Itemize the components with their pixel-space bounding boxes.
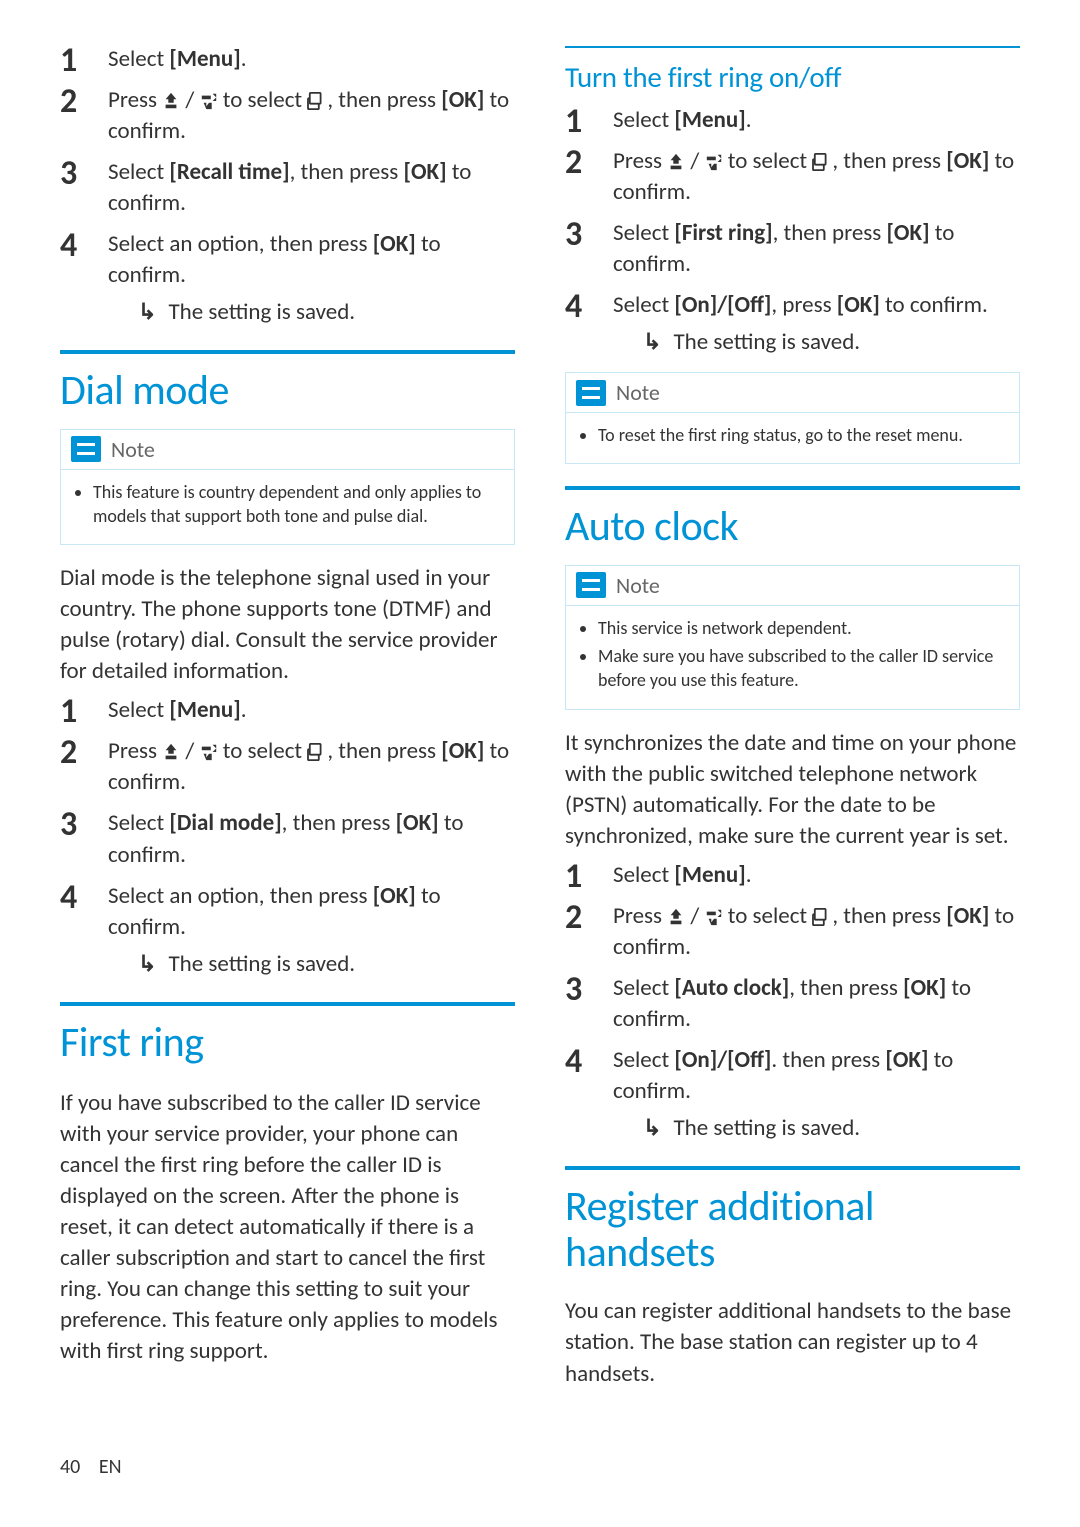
up-arrow-icon: [162, 92, 180, 110]
result-arrow-icon: ↳: [138, 949, 156, 979]
up-arrow-icon: [667, 153, 685, 171]
step-text: Select [First ring], then press [OK] to …: [613, 219, 954, 278]
note-icon: [576, 380, 606, 406]
result-line: ↳ The setting is saved.: [643, 1113, 1020, 1144]
step-text: Press / to select , then press [OK] to c…: [108, 86, 509, 145]
note-item: This feature is country dependent and on…: [93, 480, 500, 529]
result-text: The setting is saved.: [673, 1113, 860, 1144]
result-line: ↳ The setting is saved.: [643, 327, 1020, 358]
subsection-heading-turn-first-ring: Turn the first ring on/off: [565, 60, 1020, 95]
section-heading-auto-clock: Auto clock: [565, 504, 1020, 550]
step-text: Press / to select , then press [OK] to c…: [108, 737, 509, 796]
down-arrow-icon: [200, 92, 218, 110]
settings-icon: [307, 743, 327, 761]
step: Select [On]/[Off], press [OK] to confirm…: [565, 290, 1020, 358]
section-heading-first-ring: First ring: [60, 1020, 515, 1066]
step: Select [Menu].: [60, 44, 515, 75]
note-item: Make sure you have subscribed to the cal…: [598, 644, 1005, 693]
step: Select [First ring], then press [OK] to …: [565, 218, 1020, 280]
paragraph: If you have subscribed to the caller ID …: [60, 1088, 515, 1367]
step: Press / to select , then press [OK] to c…: [565, 146, 1020, 208]
note-item: To reset the first ring status, go to th…: [598, 423, 1005, 447]
step: Select [Dial mode], then press [OK] to c…: [60, 808, 515, 870]
note-icon: [576, 572, 606, 598]
turn-first-ring-steps: Select [Menu]. Press / to select , then …: [565, 105, 1020, 358]
section-heading-register: Register additional handsets: [565, 1184, 1020, 1276]
step-text: Select [Recall time], then press [OK] to…: [108, 158, 471, 217]
step-text: Press / to select , then press [OK] to c…: [613, 902, 1014, 961]
note-label: Note: [616, 572, 660, 599]
section-divider: [565, 46, 1020, 48]
result-arrow-icon: ↳: [643, 327, 661, 357]
result-text: The setting is saved.: [168, 297, 355, 328]
note-icon: [71, 436, 101, 462]
step: Select [Auto clock], then press [OK] to …: [565, 973, 1020, 1035]
section-divider: [60, 1002, 515, 1006]
step: Select an option, then press [OK] to con…: [60, 229, 515, 328]
step: Select [Menu].: [60, 695, 515, 726]
recall-time-steps: Select [Menu]. Press / to select , then …: [60, 44, 515, 328]
settings-icon: [812, 908, 832, 926]
paragraph: You can register additional handsets to …: [565, 1296, 1020, 1389]
step-text: Select [Menu].: [613, 861, 752, 889]
step: Select an option, then press [OK] to con…: [60, 881, 515, 980]
step: Select [Recall time], then press [OK] to…: [60, 157, 515, 219]
result-arrow-icon: ↳: [643, 1113, 661, 1143]
auto-clock-steps: Select [Menu]. Press / to select , then …: [565, 860, 1020, 1144]
note-item: This service is network dependent.: [598, 616, 1005, 640]
step: Press / to select , then press [OK] to c…: [565, 901, 1020, 963]
section-divider: [565, 1166, 1020, 1170]
step-text: Select [Dial mode], then press [OK] to c…: [108, 809, 463, 868]
paragraph: Dial mode is the telephone signal used i…: [60, 563, 515, 687]
note-label: Note: [111, 436, 155, 463]
step-text: Select [Auto clock], then press [OK] to …: [613, 974, 971, 1033]
step: Select [On]/[Off]. then press [OK] to co…: [565, 1045, 1020, 1144]
result-line: ↳ The setting is saved.: [138, 297, 515, 328]
note-label: Note: [616, 379, 660, 406]
note-box: Note This feature is country dependent a…: [60, 429, 515, 546]
page-footer: 40 EN: [60, 1455, 122, 1479]
settings-icon: [307, 92, 327, 110]
step-text: Select [On]/[Off], press [OK] to confirm…: [613, 291, 988, 319]
up-arrow-icon: [162, 743, 180, 761]
step: Select [Menu].: [565, 860, 1020, 891]
step-text: Select [Menu].: [613, 106, 752, 134]
down-arrow-icon: [705, 908, 723, 926]
step-text: Press / to select , then press [OK] to c…: [613, 147, 1014, 206]
result-line: ↳ The setting is saved.: [138, 949, 515, 980]
step: Press / to select , then press [OK] to c…: [60, 736, 515, 798]
result-text: The setting is saved.: [168, 949, 355, 980]
dial-mode-steps: Select [Menu]. Press / to select , then …: [60, 695, 515, 979]
paragraph: It synchronizes the date and time on you…: [565, 728, 1020, 852]
section-heading-dial-mode: Dial mode: [60, 368, 515, 414]
step: Press / to select , then press [OK] to c…: [60, 85, 515, 147]
step-text: Select [On]/[Off]. then press [OK] to co…: [613, 1046, 953, 1105]
note-box: Note This service is network dependent. …: [565, 565, 1020, 710]
result-text: The setting is saved.: [673, 327, 860, 358]
page-language: EN: [99, 1455, 122, 1479]
up-arrow-icon: [667, 908, 685, 926]
page-number: 40: [60, 1455, 80, 1479]
down-arrow-icon: [200, 743, 218, 761]
step-text: Select an option, then press [OK] to con…: [108, 230, 441, 289]
note-box: Note To reset the first ring status, go …: [565, 372, 1020, 464]
result-arrow-icon: ↳: [138, 297, 156, 327]
section-divider: [60, 350, 515, 354]
step-text: Select an option, then press [OK] to con…: [108, 882, 441, 941]
section-divider: [565, 486, 1020, 490]
settings-icon: [812, 153, 832, 171]
down-arrow-icon: [705, 153, 723, 171]
step-text: Select [Menu].: [108, 696, 247, 724]
step-text: Select [Menu].: [108, 45, 247, 73]
step: Select [Menu].: [565, 105, 1020, 136]
